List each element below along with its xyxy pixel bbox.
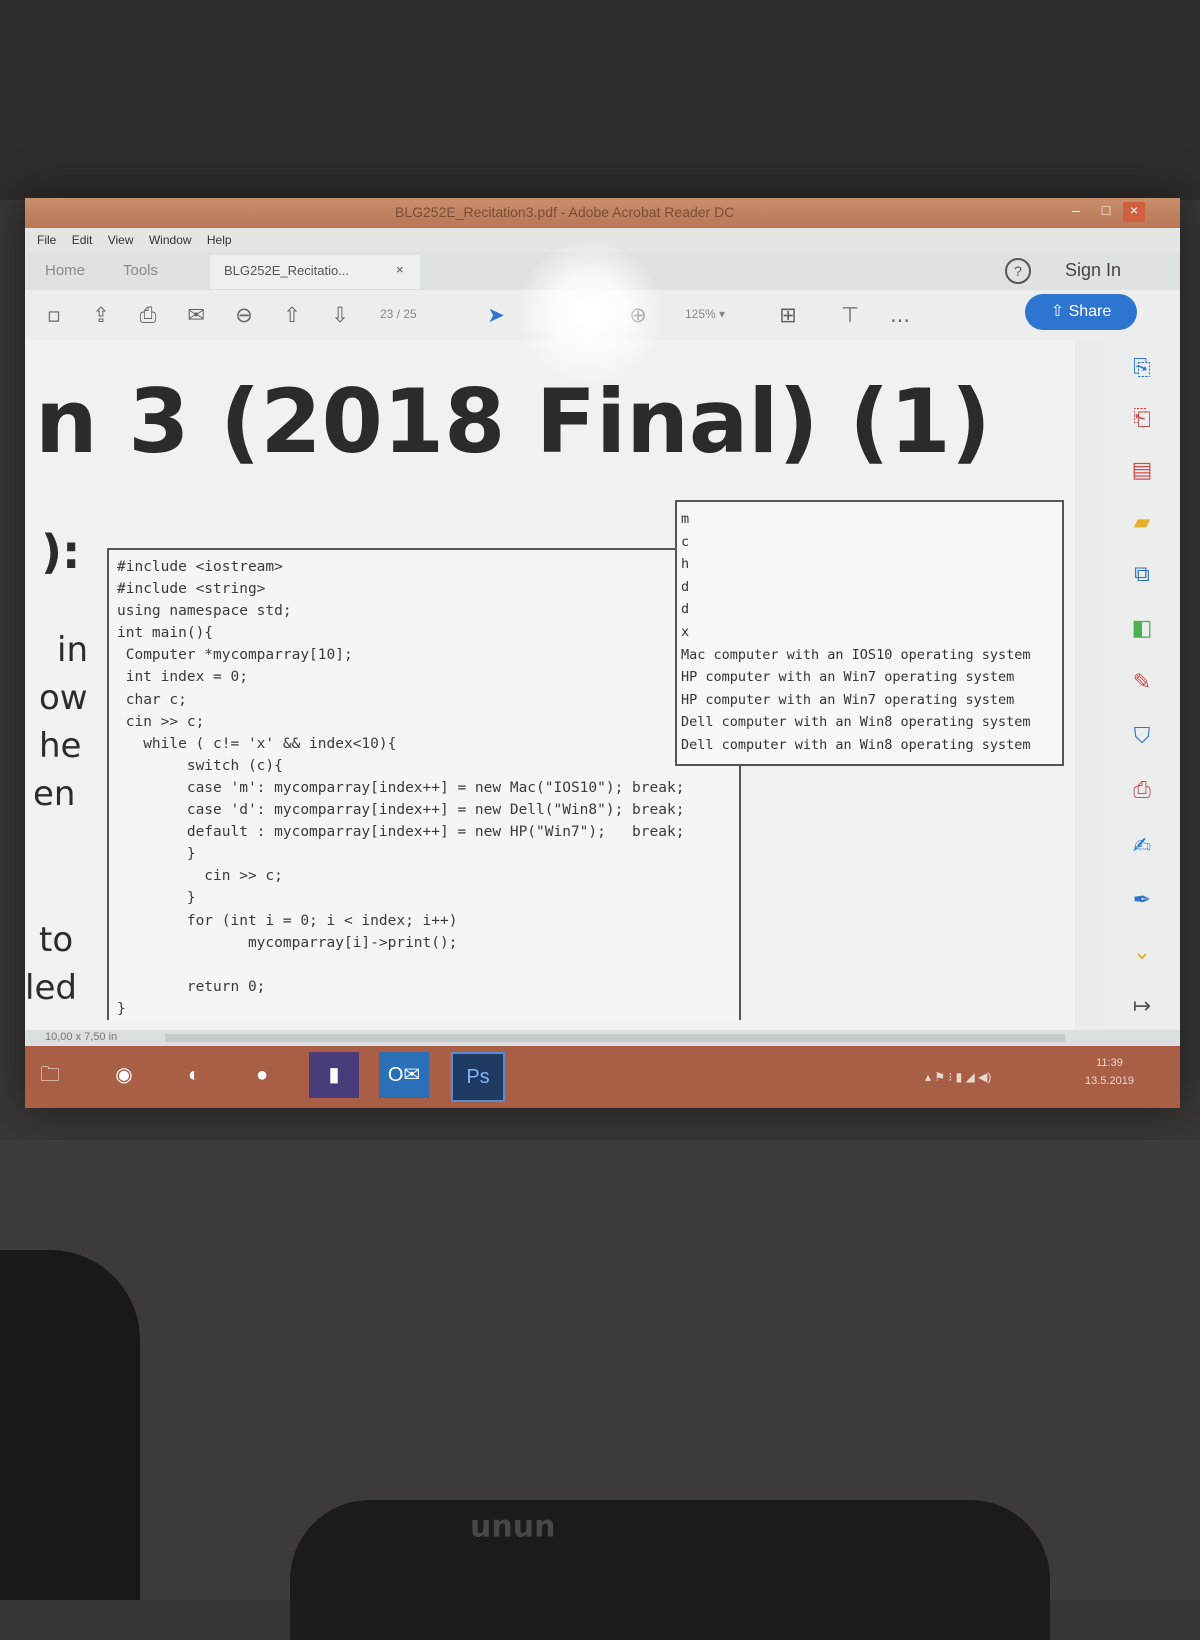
export-pdf-icon[interactable]: ⎘ <box>1129 356 1155 382</box>
program-output: m c h d d x Mac computer with an IOS10 o… <box>675 500 1064 766</box>
room-wall-top <box>0 0 1200 200</box>
tab-tools[interactable]: Tools <box>123 262 158 279</box>
page-size-readout: 10,00 x 7,50 in <box>45 1031 118 1043</box>
outlook-icon[interactable]: O✉ <box>379 1052 429 1098</box>
person-silhouette <box>0 1250 140 1600</box>
menu-file[interactable]: File <box>37 233 56 247</box>
text-fragment: ow <box>39 678 88 718</box>
windows-taskbar: 🗀 ◉ ◐ ● ▮ O✉ Ps ▴ ⚑ ⁝ ▮ ◢ ◀) 11:39 13.5.… <box>25 1046 1180 1108</box>
tab-document[interactable]: BLG252E_Recitatio... × <box>210 255 420 289</box>
select-cursor-icon[interactable]: ➤ <box>483 302 509 328</box>
help-icon[interactable]: ? <box>1005 258 1031 284</box>
minimize-icon[interactable]: – <box>1065 202 1087 222</box>
page-down-icon[interactable]: ⇩ <box>327 302 353 328</box>
share-label: Share <box>1068 303 1112 320</box>
clock-date: 13.5.2019 <box>1085 1075 1134 1087</box>
organize-pages-icon[interactable]: ▤ <box>1129 458 1155 484</box>
clock-time: 11:39 <box>1096 1057 1123 1069</box>
page-heading: n 3 (2018 Final) (1) <box>35 370 991 473</box>
more-tools-icon[interactable]: ... <box>887 302 913 328</box>
create-pdf-icon[interactable]: ⎗ <box>1129 406 1155 432</box>
backpack <box>290 1500 1050 1640</box>
edit-pdf-icon[interactable]: ⎙ <box>1129 778 1155 804</box>
email-icon[interactable]: ✉ <box>183 302 209 328</box>
tools-pane: ⎘ ⎗ ▤ ▰ ⧉ ◧ ✎ ⛉ ⎙ ✍ ✒ ⌄ ↦ <box>1105 340 1180 1030</box>
page-total: / 25 <box>396 307 417 321</box>
menu-window[interactable]: Window <box>149 233 192 247</box>
fill-sign-icon[interactable]: ✎ <box>1129 670 1155 696</box>
maximize-icon[interactable]: □ <box>1095 202 1117 222</box>
page-indicator[interactable]: 23 / 25 <box>380 307 417 321</box>
menu-view[interactable]: View <box>108 233 134 247</box>
menu-help[interactable]: Help <box>207 233 232 247</box>
save-icon[interactable]: ▫ <box>41 302 67 328</box>
collapse-pane-icon[interactable]: ↦ <box>1129 994 1155 1020</box>
text-fragment: in <box>57 630 88 670</box>
upload-cloud-icon[interactable]: ⇪ <box>88 302 114 328</box>
zoom-out-icon[interactable]: ⊖ <box>231 302 257 328</box>
file-explorer-icon[interactable]: 🗀 <box>25 1052 75 1098</box>
status-bar: 10,00 x 7,50 in <box>25 1030 1180 1046</box>
menu-edit[interactable]: Edit <box>72 233 93 247</box>
combine-files-icon[interactable]: ⧉ <box>1129 562 1155 588</box>
photoshop-icon[interactable]: Ps <box>451 1052 505 1102</box>
zoom-select[interactable]: 125% ▾ <box>685 307 725 321</box>
sign-in-link[interactable]: Sign In <box>1065 260 1121 281</box>
code-listing: #include <iostream> #include <string> us… <box>107 548 741 1020</box>
share-button[interactable]: ⇧ Share <box>1025 294 1137 330</box>
horizontal-scrollbar[interactable] <box>165 1034 1065 1042</box>
send-signature-icon[interactable]: ✍ <box>1129 834 1155 860</box>
projected-screen: BLG252E_Recitation3.pdf - Adobe Acrobat … <box>25 198 1180 1108</box>
chrome-icon[interactable]: ◉ <box>99 1052 149 1098</box>
title-bar: BLG252E_Recitation3.pdf - Adobe Acrobat … <box>25 198 1180 228</box>
page-up-icon[interactable]: ⇧ <box>279 302 305 328</box>
firefox-icon[interactable]: ● <box>237 1052 287 1098</box>
more-tools-chevron-icon[interactable]: ⌄ <box>1129 940 1155 966</box>
code-text: #include <iostream> #include <string> us… <box>117 559 685 1017</box>
projector-glare <box>515 243 665 383</box>
window-title: BLG252E_Recitation3.pdf - Adobe Acrobat … <box>395 204 735 220</box>
page-current[interactable]: 23 <box>380 307 393 321</box>
protect-icon[interactable]: ⛉ <box>1129 724 1155 750</box>
text-fragment: he <box>39 726 82 766</box>
visual-studio-icon[interactable]: ▮ <box>309 1052 359 1098</box>
tab-home[interactable]: Home <box>45 262 85 279</box>
close-window-icon[interactable]: × <box>1123 202 1145 222</box>
fit-page-icon[interactable]: ⊞ <box>775 302 801 328</box>
text-fragment: led <box>25 968 77 1008</box>
certificates-icon[interactable]: ✒ <box>1129 888 1155 914</box>
output-text: m c h d d x Mac computer with an IOS10 o… <box>681 511 1031 753</box>
compress-icon[interactable]: ◧ <box>1129 616 1155 642</box>
zoom-value: 125% <box>685 307 716 321</box>
backpack-logo: unun <box>470 1512 556 1547</box>
text-fragment: en <box>33 774 76 814</box>
tab-document-label: BLG252E_Recitatio... <box>224 263 350 278</box>
text-fragment: ): <box>41 525 81 579</box>
comment-icon[interactable]: ▰ <box>1129 510 1155 536</box>
clock[interactable]: 11:39 13.5.2019 <box>1085 1054 1134 1090</box>
share-icon: ⇧ <box>1050 303 1069 320</box>
system-tray[interactable]: ▴ ⚑ ⁝ ▮ ◢ ◀) <box>925 1070 991 1084</box>
print-icon[interactable]: ⎙ <box>135 302 161 328</box>
document-page: n 3 (2018 Final) (1) ): in ow he en to l… <box>25 340 1075 1030</box>
scroll-mode-icon[interactable]: ⊤ <box>837 302 863 328</box>
text-fragment: to <box>39 920 74 960</box>
eclipse-icon[interactable]: ◐ <box>169 1052 219 1098</box>
tab-close-icon[interactable]: × <box>396 262 404 277</box>
